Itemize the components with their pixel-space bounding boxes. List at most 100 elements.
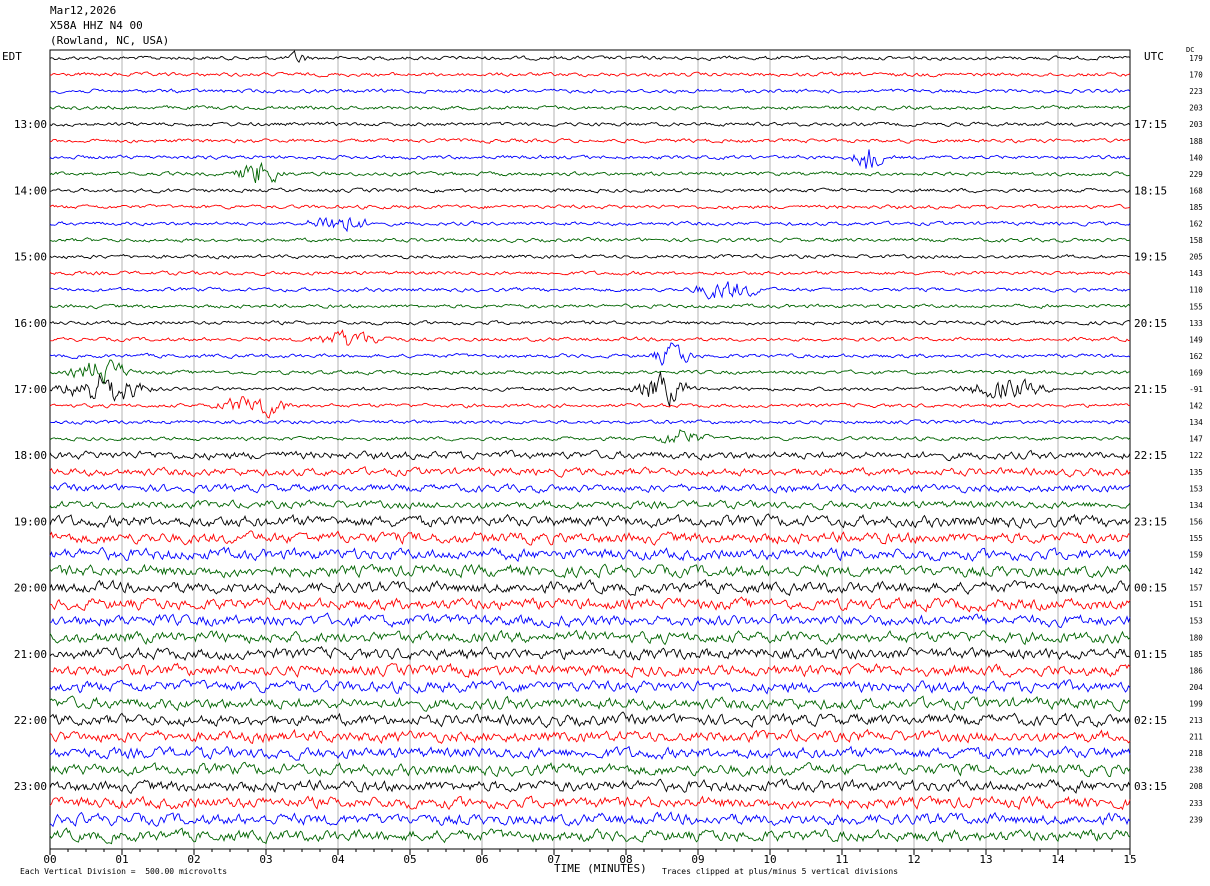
seismic-trace (49, 827, 1131, 845)
clip-note: Traces clipped at plus/minus 5 vertical … (662, 867, 899, 876)
x-axis: 00 01 02 03 04 05 06 07 08 09 10 11 12 13 14 1517917022… (14, 54, 1203, 866)
seismic-trace (49, 320, 1131, 326)
dc-offset-value: 162 (1189, 352, 1203, 361)
x-tick-label: 13 (979, 853, 992, 866)
x-tick-label: 01 (115, 853, 128, 866)
dc-offset-value: 110 (1189, 286, 1203, 295)
seismic-trace (49, 396, 1131, 419)
dc-offset-value: 218 (1189, 749, 1203, 758)
left-hour-label: 13:00 (14, 118, 47, 131)
dc-offset-value: 169 (1189, 368, 1203, 377)
dc-offset-value: 185 (1189, 203, 1203, 212)
right-hour-label: 21:15 (1134, 383, 1167, 396)
seismic-trace (49, 546, 1131, 563)
dc-offset-value: 134 (1189, 418, 1203, 427)
dc-offset-value: 156 (1189, 517, 1203, 526)
seismic-trace (49, 466, 1131, 478)
plot-frame (49, 49, 1131, 850)
x-tick-label: 04 (331, 853, 345, 866)
x-tick-label: 12 (907, 853, 920, 866)
seismic-trace (49, 596, 1131, 613)
seismic-trace (49, 303, 1131, 310)
seismic-trace (49, 371, 1131, 407)
seismic-trace (49, 71, 1131, 78)
seismic-trace (49, 645, 1131, 662)
seismic-trace (49, 121, 1131, 127)
x-tick-label: 03 (259, 853, 272, 866)
seismic-trace (49, 137, 1131, 144)
seismic-trace (49, 629, 1131, 646)
dc-offset-value: 162 (1189, 220, 1203, 229)
right-hour-label: 02:15 (1134, 714, 1167, 727)
x-tick-label: 06 (475, 853, 488, 866)
seismic-trace (49, 761, 1131, 778)
dc-offset-value: 151 (1189, 600, 1203, 609)
right-hour-label: 20:15 (1134, 317, 1167, 330)
right-hour-label: 18:15 (1134, 184, 1167, 197)
header-location: (Rowland, NC, USA) (50, 34, 170, 47)
seismic-trace (49, 329, 1131, 346)
dc-offset-value: 168 (1189, 186, 1203, 195)
right-hour-label: 17:15 (1134, 118, 1167, 131)
seismic-trace (49, 429, 1131, 444)
seismic-trace (49, 811, 1131, 828)
seismic-trace (49, 216, 1131, 233)
left-hour-label: 22:00 (14, 714, 47, 727)
seismic-trace (49, 149, 1131, 169)
left-timezone-label: EDT (2, 50, 22, 63)
seismic-trace (49, 530, 1131, 546)
dc-offset-value: 223 (1189, 87, 1203, 96)
header-date: Mar12,2026 (50, 4, 117, 17)
seismic-trace (49, 187, 1131, 194)
x-tick-label: 09 (691, 853, 704, 866)
seismic-trace (49, 513, 1131, 530)
dc-offset-value: 180 (1189, 633, 1203, 642)
dc-offset-value: 239 (1189, 815, 1203, 824)
right-hour-label: 22:15 (1134, 449, 1167, 462)
header-station: X58A HHZ N4 00 (50, 19, 143, 32)
seismic-trace (49, 579, 1131, 597)
right-timezone-label: UTC (1144, 50, 1164, 63)
seismic-trace (49, 270, 1131, 277)
seismic-trace (49, 359, 1131, 385)
dc-offset-value: -91 (1189, 385, 1203, 394)
seismic-trace (49, 88, 1131, 94)
dc-offset-value: 143 (1189, 269, 1203, 278)
left-hour-label: 20:00 (14, 582, 47, 595)
right-hour-label: 00:15 (1134, 582, 1167, 595)
seismic-trace (49, 281, 1131, 300)
seismic-trace (49, 612, 1131, 629)
x-tick-label: 02 (187, 853, 200, 866)
dc-offset-value: 238 (1189, 766, 1203, 775)
seismic-trace (49, 236, 1131, 244)
dc-offset-value: 158 (1189, 236, 1203, 245)
dc-offset-value: 170 (1189, 71, 1203, 80)
seismic-trace (49, 203, 1131, 210)
dc-offset-value: 147 (1189, 435, 1203, 444)
dc-offset-value: 179 (1189, 54, 1203, 63)
seismogram-plot: 00 01 02 03 04 05 06 07 08 09 10 11 12 13 14 1517917022… (14, 49, 1203, 866)
x-tick-label: 00 (43, 853, 56, 866)
dc-offset-value: 203 (1189, 120, 1203, 129)
scale-note: Each Vertical Division = 500.00 microvol… (20, 867, 228, 876)
seismic-trace (49, 449, 1131, 462)
seismic-trace (49, 778, 1131, 795)
seismic-trace (49, 419, 1131, 425)
dc-offset-value: 153 (1189, 484, 1203, 493)
seismic-trace (49, 662, 1131, 679)
seismic-trace (49, 161, 1131, 184)
dc-offset-value: 155 (1189, 302, 1203, 311)
dc-offset-value: 157 (1189, 584, 1203, 593)
dc-offset-value: 140 (1189, 153, 1203, 162)
seismic-trace (49, 563, 1131, 579)
dc-offset-value: 122 (1189, 451, 1203, 460)
seismic-trace (49, 795, 1131, 811)
seismic-trace (49, 678, 1131, 695)
seismic-trace (49, 482, 1131, 494)
seismic-trace (49, 104, 1131, 111)
dc-offset-value: 133 (1189, 319, 1203, 328)
x-tick-label: 14 (1051, 853, 1065, 866)
dc-offset-value: 233 (1189, 799, 1203, 808)
traces (49, 50, 1131, 845)
seismic-trace (49, 253, 1131, 260)
